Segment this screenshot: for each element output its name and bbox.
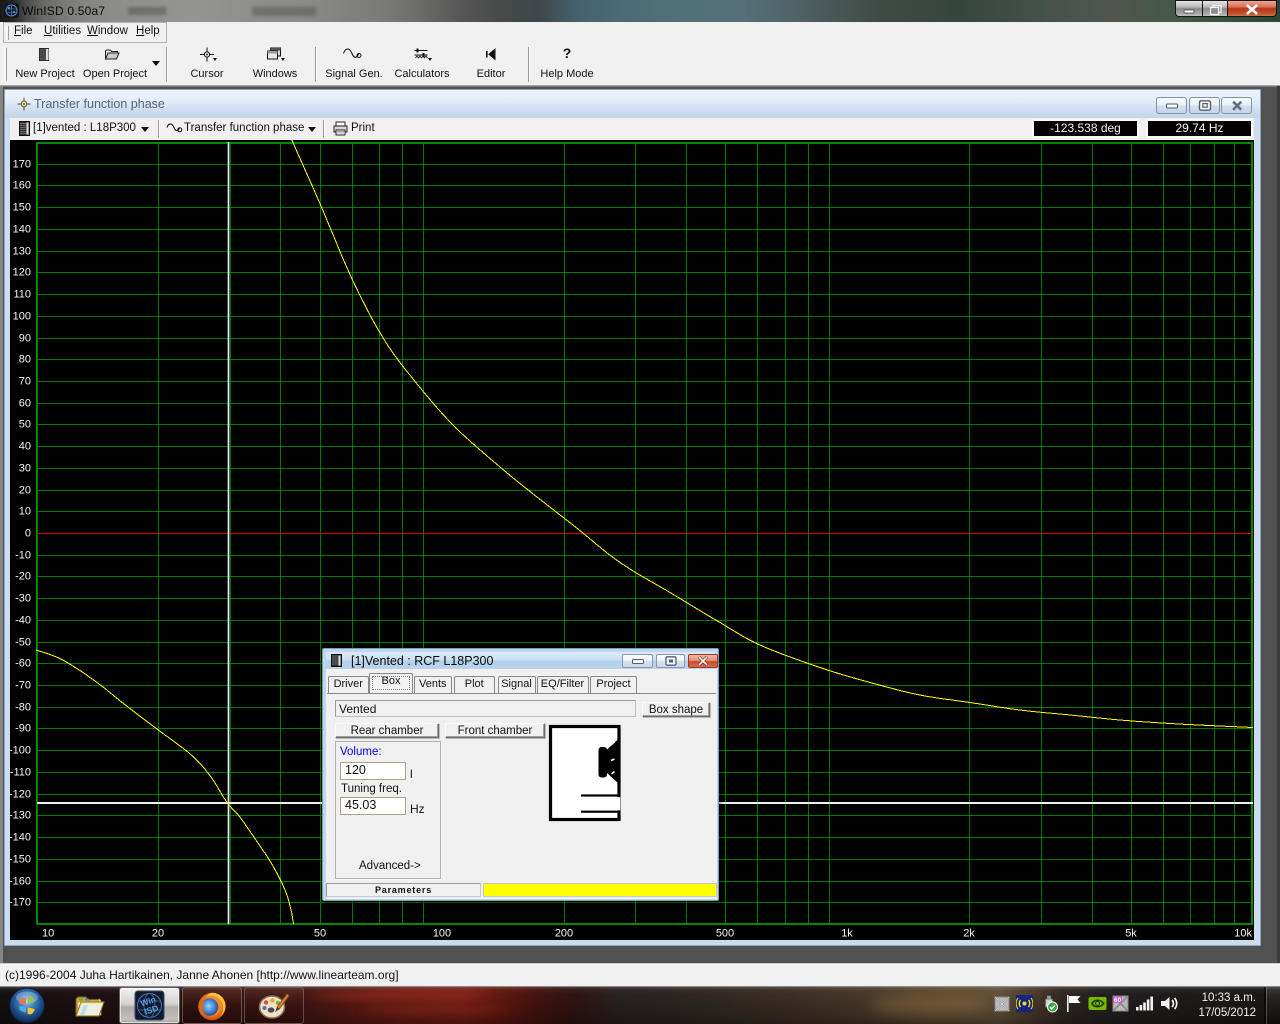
svg-text:60: 60 xyxy=(1114,997,1122,1004)
svg-text:-80: -80 xyxy=(15,702,31,714)
svg-text:100: 100 xyxy=(13,311,31,323)
svg-text:130: 130 xyxy=(13,246,31,258)
svg-text:500: 500 xyxy=(716,928,734,940)
svg-text:-100: -100 xyxy=(10,745,31,757)
svg-text:-20: -20 xyxy=(15,571,31,583)
svg-text:20: 20 xyxy=(152,928,164,940)
svg-text:-60: -60 xyxy=(15,658,31,670)
svg-text:2k: 2k xyxy=(963,928,975,940)
svg-text:-40: -40 xyxy=(15,615,31,627)
svg-text:170: 170 xyxy=(13,159,31,171)
svg-text:160: 160 xyxy=(13,180,31,192)
svg-text:110: 110 xyxy=(13,289,31,301)
svg-text:-130: -130 xyxy=(10,810,31,822)
svg-text:-170: -170 xyxy=(10,897,31,909)
svg-text:10: 10 xyxy=(42,928,54,940)
svg-text:0: 0 xyxy=(25,528,31,540)
svg-text:-70: -70 xyxy=(15,680,31,692)
svg-text:100: 100 xyxy=(433,928,451,940)
svg-text:10k: 10k xyxy=(1234,928,1252,940)
svg-text:-50: -50 xyxy=(15,637,31,649)
svg-text:-110: -110 xyxy=(10,767,31,779)
svg-text:200: 200 xyxy=(555,928,573,940)
svg-text:60: 60 xyxy=(19,398,31,410)
svg-text:50: 50 xyxy=(314,928,326,940)
svg-text:90: 90 xyxy=(19,333,31,345)
svg-text:140: 140 xyxy=(13,224,31,236)
svg-text:10: 10 xyxy=(19,506,31,518)
svg-text:-150: -150 xyxy=(10,854,31,866)
svg-text:20: 20 xyxy=(19,485,31,497)
svg-text:1k: 1k xyxy=(841,928,853,940)
svg-text:150: 150 xyxy=(13,202,31,214)
svg-text:-90: -90 xyxy=(15,723,31,735)
svg-text:70: 70 xyxy=(19,376,31,388)
svg-text:-120: -120 xyxy=(10,789,31,801)
svg-text:-30: -30 xyxy=(15,593,31,605)
svg-text:40: 40 xyxy=(19,441,31,453)
svg-text:120: 120 xyxy=(13,267,31,279)
svg-text:-140: -140 xyxy=(10,832,31,844)
svg-text:-10: -10 xyxy=(15,550,31,562)
svg-text:5k: 5k xyxy=(1125,928,1137,940)
svg-text:80: 80 xyxy=(19,354,31,366)
svg-text:30: 30 xyxy=(19,463,31,475)
svg-text:-160: -160 xyxy=(10,876,31,888)
svg-text:50: 50 xyxy=(19,419,31,431)
